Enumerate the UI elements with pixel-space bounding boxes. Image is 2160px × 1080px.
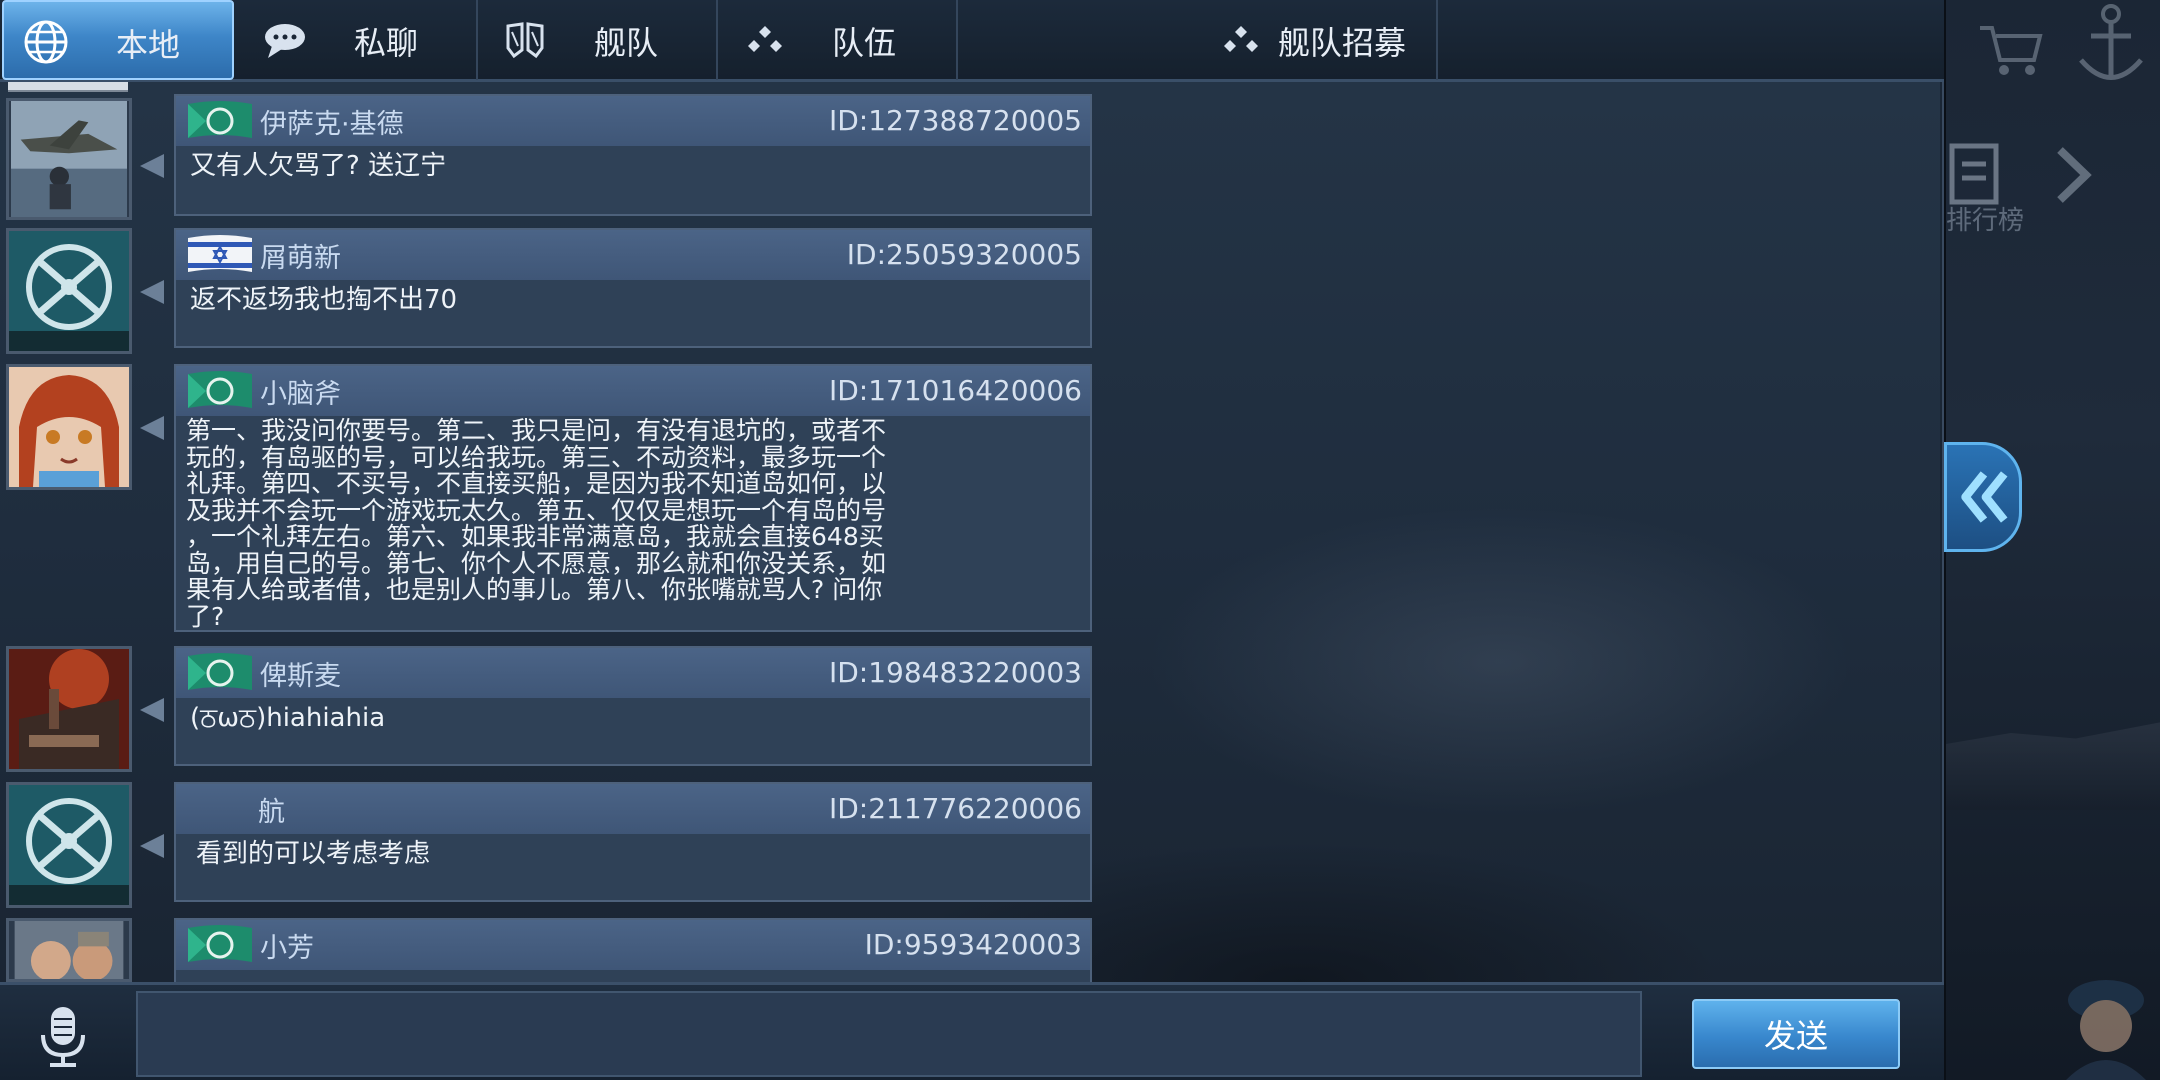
bubble-pointer xyxy=(140,834,164,858)
warship-battle-avatar-image xyxy=(9,649,129,769)
message-text: 又有人欠骂了? 送辽宁 xyxy=(190,151,447,181)
anchor-icon xyxy=(2079,4,2143,80)
sender-id: ID:25059320005 xyxy=(846,238,1082,271)
shop-cart-icon xyxy=(1980,26,2043,75)
message-bubble[interactable]: 小脑斧 ID:171016420006 第一、我没问你要号。第二、我只是问，有没… xyxy=(174,364,1092,632)
tab-local-label: 本地 xyxy=(116,26,181,64)
green-flag-icon xyxy=(188,653,252,690)
sender-id: ID:127388720005 xyxy=(828,104,1082,137)
message-bubble[interactable]: 伊萨克·基德 ID:127388720005 又有人欠骂了? 送辽宁 xyxy=(174,94,1092,216)
leaderboard-label: 排行榜 xyxy=(1946,206,2025,236)
tab-team-label: 队伍 xyxy=(832,24,897,62)
israel-flag-icon xyxy=(188,235,252,272)
sender-name[interactable]: 航 xyxy=(258,790,285,829)
tab-fleet-label: 舰队 xyxy=(594,24,659,62)
photo-avatar-image xyxy=(14,921,124,979)
sender-name[interactable]: 小芳 xyxy=(260,926,314,965)
message-header: 小脑斧 ID:171016420006 xyxy=(176,366,1090,416)
message-list[interactable]: 伊萨克·基德 ID:127388720005 又有人欠骂了? 送辽宁 屑萌新 I… xyxy=(0,82,1100,982)
avatar[interactable] xyxy=(6,782,132,908)
avatar[interactable] xyxy=(6,918,132,982)
message-header: 伊萨克·基德 ID:127388720005 xyxy=(176,96,1090,146)
tab-fleet-recruit[interactable]: 舰队招募 xyxy=(958,0,1438,80)
avatar[interactable] xyxy=(6,228,132,354)
avatar-partial xyxy=(8,82,128,92)
chat-input-bar: 发送 xyxy=(0,982,1944,1080)
sender-name[interactable]: 俾斯麦 xyxy=(260,654,341,693)
sender-id: ID:171016420006 xyxy=(828,374,1082,407)
message-bubble[interactable]: 俾斯麦 ID:198483220003 (ਠωਠ)hiahiahia xyxy=(174,646,1092,766)
chat-message-input[interactable] xyxy=(136,991,1642,1077)
message-header: 屑萌新 ID:25059320005 xyxy=(176,230,1090,280)
globe-icon xyxy=(24,20,68,64)
green-flag-icon xyxy=(188,101,252,138)
sender-name[interactable]: 伊萨克·基德 xyxy=(260,102,404,141)
captain-avatar[interactable] xyxy=(2046,960,2160,1080)
sender-id: ID:198483220003 xyxy=(828,656,1082,689)
microphone-icon[interactable] xyxy=(38,1005,88,1069)
bubble-pointer xyxy=(140,698,164,722)
message-text: (ਠωਠ)hiahiahia xyxy=(190,703,386,733)
fleet-shield-icon xyxy=(506,22,544,59)
message-bubble[interactable]: 航 ID:211776220006 看到的可以考虑考虑 xyxy=(174,782,1092,902)
avatar[interactable] xyxy=(6,646,132,772)
green-flag-icon xyxy=(188,371,252,408)
tab-private-chat[interactable]: 私聊 xyxy=(236,0,478,80)
chat-panel: 本地 私聊 舰队 队伍 舰队招募 伊萨克·基德 ID:127388720005 … xyxy=(0,0,1944,1080)
team-dots-icon xyxy=(748,26,782,52)
default-anchor-avatar-image xyxy=(9,785,129,905)
bubble-pointer xyxy=(140,154,164,178)
green-flag-icon xyxy=(188,925,252,962)
tab-fleet[interactable]: 舰队 xyxy=(478,0,718,80)
message-text xyxy=(176,970,1090,982)
sender-id: ID:9593420003 xyxy=(864,928,1082,961)
avatar[interactable] xyxy=(6,364,132,490)
sender-name[interactable]: 小脑斧 xyxy=(260,372,341,411)
ship-background xyxy=(1946,722,2160,810)
double-chevron-left-icon xyxy=(1961,471,2008,523)
sender-name[interactable]: 屑萌新 xyxy=(260,236,341,275)
channel-tabbar: 本地 私聊 舰队 队伍 舰队招募 xyxy=(0,0,1944,82)
message-text: 第一、我没问你要号。第二、我只是问，有没有退坑的，或者不 玩的，有岛驱的号，可以… xyxy=(186,416,887,631)
message-bubble[interactable]: 屑萌新 ID:25059320005 返不返场我也掏不出70 xyxy=(174,228,1092,348)
default-anchor-avatar-image xyxy=(9,231,129,351)
tab-team[interactable]: 队伍 xyxy=(718,0,958,80)
collapse-chat-button[interactable] xyxy=(1944,442,2022,552)
message-header: 小芳 ID:9593420003 xyxy=(176,920,1090,970)
tab-fleet-recruit-label: 舰队招募 xyxy=(1278,24,1407,62)
anime-girl-avatar-image xyxy=(9,367,129,487)
avatar[interactable] xyxy=(6,98,132,220)
tab-local[interactable]: 本地 xyxy=(2,0,234,80)
tab-private-chat-label: 私聊 xyxy=(354,24,419,62)
chevron-right-icon[interactable] xyxy=(2046,130,2106,220)
message-text: 返不返场我也掏不出70 xyxy=(190,285,458,315)
warplane-avatar-image xyxy=(11,101,127,217)
sender-id: ID:211776220006 xyxy=(828,792,1082,825)
message-text: 看到的可以考虑考虑 xyxy=(196,839,431,869)
recruit-dots-icon xyxy=(1224,26,1258,52)
message-header: 航 ID:211776220006 xyxy=(176,784,1090,834)
message-bubble[interactable]: 小芳 ID:9593420003 xyxy=(174,918,1092,982)
send-button[interactable]: 发送 xyxy=(1692,999,1900,1069)
bubble-pointer xyxy=(140,280,164,304)
chat-bubble-icon xyxy=(265,24,305,58)
bubble-pointer xyxy=(140,416,164,440)
message-header: 俾斯麦 ID:198483220003 xyxy=(176,648,1090,698)
